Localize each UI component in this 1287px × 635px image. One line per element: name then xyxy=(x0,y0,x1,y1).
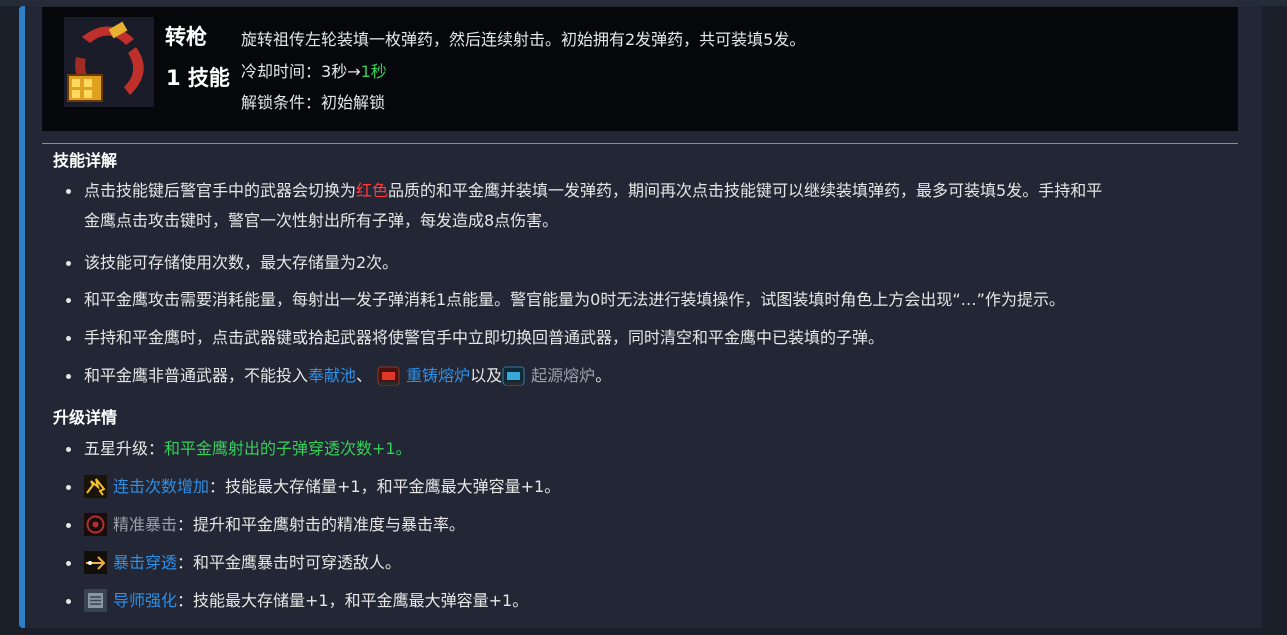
cooldown-label: 冷却时间： xyxy=(241,62,322,81)
divider xyxy=(42,143,1238,144)
separator: 、 xyxy=(356,366,373,385)
cooldown-row: 冷却时间：3秒→1秒 xyxy=(241,58,387,82)
cooldown-arrow: → xyxy=(347,62,361,81)
upgrade-item-2: 连击次数增加：技能最大存储量+1，和平金鹰最大弹容量+1。 xyxy=(65,472,561,502)
unlock-row: 解锁条件：初始解锁 xyxy=(241,89,385,113)
mentor-icon xyxy=(84,589,107,612)
upgrade-label: 五星升级： xyxy=(84,439,165,458)
cooldown-to: 1秒 xyxy=(360,62,387,81)
combo-upgrade-link[interactable]: 连击次数增加 xyxy=(113,477,209,496)
upgrade-value: 和平金鹰射出的子弹穿透次数+1。 xyxy=(164,439,412,458)
precision-crit-link[interactable]: 精准暴击 xyxy=(113,515,177,534)
detail-bullet-3: 和平金鹰攻击需要消耗能量，每射出一发子弹消耗1点能量。警官能量为0时无法进行装填… xyxy=(66,285,1065,315)
reforge-furnace-link[interactable]: 重铸熔炉 xyxy=(406,366,470,385)
offering-pool-link[interactable]: 奉献池 xyxy=(308,366,356,385)
skill-type: 1 技能 xyxy=(166,66,230,90)
upgrade-item-4: 暴击穿透：和平金鹰暴击时可穿透敌人。 xyxy=(65,548,402,578)
cooldown-from: 3秒 xyxy=(321,62,348,81)
unlock-value: 初始解锁 xyxy=(321,93,386,112)
origin-forge-icon xyxy=(502,364,525,387)
detail-bullet-2: 该技能可存储使用次数，最大存储量为2次。 xyxy=(65,248,398,278)
detail-text: 以及 xyxy=(470,366,503,385)
skill-description: 旋转祖传左轮装填一枚弹药，然后连续射击。初始拥有2发弹药，共可装填5发。 xyxy=(241,30,806,49)
combo-icon xyxy=(84,475,107,498)
detail-bullet-4: 手持和平金鹰时，点击武器键或拾起武器将使警官手中立即切换回普通武器，同时清空和平… xyxy=(65,323,884,353)
upgrade-text: ：技能最大存储量+1，和平金鹰最大弹容量+1。 xyxy=(209,477,561,496)
red-quality-text: 红色 xyxy=(356,181,389,200)
pierce-icon xyxy=(84,551,107,574)
upgrade-item-5: 导师强化：技能最大存储量+1，和平金鹰最大弹容量+1。 xyxy=(65,586,529,616)
origin-furnace-link[interactable]: 起源熔炉 xyxy=(531,366,595,385)
upgrade-text: ：技能最大存储量+1，和平金鹰最大弹容量+1。 xyxy=(177,591,529,610)
detail-text: 金鹰点击攻击键时，警官一次性射出所有子弹，每发造成8点伤害。 xyxy=(84,211,559,230)
upgrade-text: ：和平金鹰暴击时可穿透敌人。 xyxy=(177,553,402,572)
detail-text: 点击技能键后警官手中的武器会切换为 xyxy=(84,181,357,200)
skill-name: 转枪 xyxy=(165,25,207,49)
detail-text: 和平金鹰非普通武器，不能投入 xyxy=(84,366,309,385)
crosshair-icon xyxy=(84,513,107,536)
upgrade-item-1: 五星升级：和平金鹰射出的子弹穿透次数+1。 xyxy=(66,434,412,464)
upgrade-item-3: 精准暴击：提升和平金鹰射击的精准度与暴击率。 xyxy=(65,510,466,540)
unlock-label: 解锁条件： xyxy=(241,93,322,112)
details-title: 技能详解 xyxy=(53,151,118,170)
detail-text: 品质的和平金鹰并装填一发弹药，期间再次点击技能键可以继续装填弹药，最多可装填5发… xyxy=(388,181,1103,200)
crit-pierce-link[interactable]: 暴击穿透 xyxy=(113,553,177,572)
detail-text: 。 xyxy=(595,366,612,385)
upgrade-text: ：提升和平金鹰射击的精准度与暴击率。 xyxy=(177,515,466,534)
detail-bullet-5: 和平金鹰非普通武器，不能投入奉献池、 重铸熔炉以及 起源熔炉。 xyxy=(65,361,612,391)
upgrades-title: 升级详情 xyxy=(53,408,118,427)
detail-bullet-1: 点击技能键后警官手中的武器会切换为红色品质的和平金鹰并装填一发弹药，期间再次点击… xyxy=(65,176,1103,236)
forge-icon xyxy=(377,364,400,387)
revolver-spin-skill-icon xyxy=(64,17,154,107)
mentor-upgrade-link[interactable]: 导师强化 xyxy=(113,591,177,610)
skill-header: 转枪 1 技能 旋转祖传左轮装填一枚弹药，然后连续射击。初始拥有2发弹药，共可装… xyxy=(42,7,1238,131)
